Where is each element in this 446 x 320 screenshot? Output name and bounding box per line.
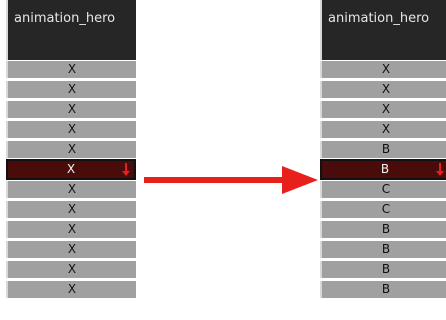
exposure-cell[interactable]: X xyxy=(6,141,136,158)
exposure-cell-label: X xyxy=(67,82,77,96)
exposure-cell-label: X xyxy=(67,102,77,116)
exposure-cell-label: C xyxy=(381,202,391,216)
exposure-cell-label: C xyxy=(381,182,391,196)
exposure-cell-label: X xyxy=(67,242,77,256)
exposure-cell-label: X xyxy=(67,122,77,136)
exposure-cell[interactable]: X xyxy=(6,101,136,118)
exposure-cell-label: B xyxy=(381,282,391,296)
cell-list: XXXXBBCCBBBB xyxy=(320,61,446,301)
exposure-cell[interactable]: B xyxy=(320,141,446,158)
exposure-cell-label: X xyxy=(67,62,77,76)
arrow-head xyxy=(282,166,318,194)
left-timeline-column: animation_hero XXXXXXXXXXXX xyxy=(6,0,136,320)
exposure-cell-label: B xyxy=(380,162,390,176)
exposure-cell[interactable]: X xyxy=(320,101,446,118)
column-header[interactable]: animation_hero xyxy=(320,0,446,60)
exposure-cell-label: X xyxy=(67,282,77,296)
exposure-cell[interactable]: X xyxy=(6,201,136,218)
exposure-cell[interactable]: C xyxy=(320,181,446,198)
column-header-label: animation_hero xyxy=(328,11,430,26)
exposure-cell[interactable]: X xyxy=(6,221,136,238)
exposure-cell-label: B xyxy=(381,262,391,276)
cell-list: XXXXXXXXXXXX xyxy=(6,61,136,301)
exposure-cell-label: B xyxy=(381,222,391,236)
exposure-cell-label: X xyxy=(67,142,77,156)
exposure-cell-label: X xyxy=(67,222,77,236)
right-arrow-icon xyxy=(144,166,318,194)
exposure-cell[interactable]: X xyxy=(320,121,446,138)
exposure-cell-label: X xyxy=(66,162,76,176)
down-arrow-icon xyxy=(436,163,444,176)
exposure-cell-label: X xyxy=(67,202,77,216)
right-timeline-column: animation_hero XXXXBBCCBBBB xyxy=(320,0,446,320)
exposure-cell[interactable]: X xyxy=(6,61,136,78)
exposure-cell[interactable]: B xyxy=(320,261,446,278)
exposure-cell-label: X xyxy=(381,82,391,96)
exposure-cell-label: B xyxy=(381,242,391,256)
exposure-cell[interactable]: B xyxy=(320,241,446,258)
exposure-cell-label: X xyxy=(67,262,77,276)
column-header[interactable]: animation_hero xyxy=(6,0,136,60)
exposure-cell[interactable]: X xyxy=(6,281,136,298)
arrow-shaft xyxy=(144,177,284,183)
exposure-cell-label: X xyxy=(381,62,391,76)
exposure-cell[interactable]: X xyxy=(320,81,446,98)
selected-exposure-cell[interactable]: B xyxy=(320,159,446,180)
exposure-cell[interactable]: X xyxy=(6,181,136,198)
exposure-cell[interactable]: X xyxy=(320,61,446,78)
selected-exposure-cell[interactable]: X xyxy=(6,159,136,180)
exposure-cell[interactable]: B xyxy=(320,221,446,238)
exposure-cell[interactable]: X xyxy=(6,261,136,278)
down-arrow-icon xyxy=(122,163,130,176)
exposure-cell-label: X xyxy=(381,122,391,136)
exposure-cell-label: X xyxy=(67,182,77,196)
exposure-cell-label: B xyxy=(381,142,391,156)
exposure-cell[interactable]: X xyxy=(6,81,136,98)
exposure-cell[interactable]: X xyxy=(6,241,136,258)
exposure-cell[interactable]: C xyxy=(320,201,446,218)
exposure-cell[interactable]: X xyxy=(6,121,136,138)
exposure-cell[interactable]: B xyxy=(320,281,446,298)
exposure-cell-label: X xyxy=(381,102,391,116)
column-header-label: animation_hero xyxy=(14,11,116,26)
